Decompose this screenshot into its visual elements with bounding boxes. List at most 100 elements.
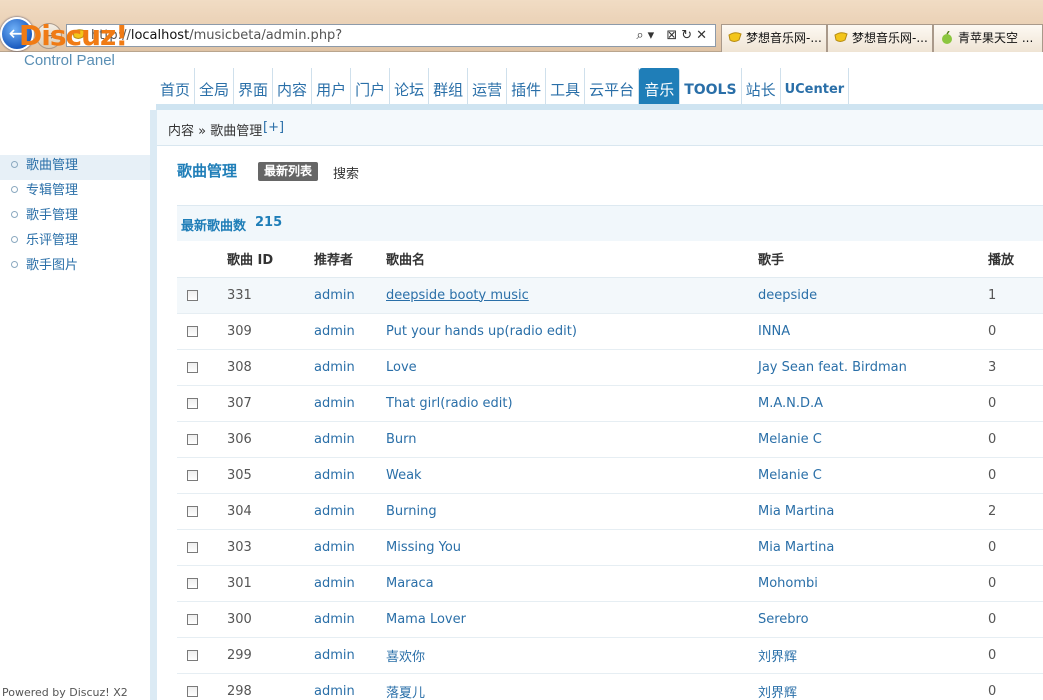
main-content: 歌曲管理 最新列表 搜索 最新歌曲数 215 歌曲 ID 推荐者 歌曲名 歌手 … [157,146,1043,700]
artist-link[interactable]: Mia Martina [758,504,834,519]
nav-webmaster[interactable]: 站长 [742,68,781,106]
artist-link[interactable]: deepside [758,288,817,303]
sidebar-item-artist-images[interactable]: 歌手图片 [0,255,150,280]
play-count: 0 [988,601,1043,638]
nav-global[interactable]: 全局 [195,68,235,106]
song-name-cell: Maraca [386,565,758,602]
song-id: 300 [225,601,314,638]
recommender-link[interactable]: admin [314,360,355,375]
artist-link[interactable]: Serebro [758,612,809,627]
table-row: 303 admin Missing You Mia Martina 0 [177,529,1043,566]
recommender-link[interactable]: admin [314,504,355,519]
nav-home[interactable]: 首页 [156,68,196,106]
nav-cloud[interactable]: 云平台 [585,68,640,106]
recommender-link[interactable]: admin [314,324,355,339]
top-navigation: 首页 全局 界面 内容 用户 门户 论坛 群组 运营 插件 工具 云平台 音乐 … [156,68,850,106]
song-name-link[interactable]: deepside booty music [386,288,529,303]
artist-link[interactable]: Mohombi [758,576,818,591]
nav-forum[interactable]: 论坛 [390,68,430,106]
sidebar-item-albums[interactable]: 专辑管理 [0,180,150,205]
row-checkbox[interactable] [187,433,198,445]
row-select-cell [177,457,225,494]
song-name-link[interactable]: That girl(radio edit) [386,396,513,411]
browser-tab-3[interactable]: 青苹果天空 ... [933,24,1043,52]
artist-link[interactable]: Melanie C [758,432,822,447]
row-checkbox[interactable] [187,397,198,409]
song-name-link[interactable]: Burning [386,504,437,519]
song-id: 331 [225,277,314,314]
tab-latest-list[interactable]: 最新列表 [258,162,319,181]
sidebar-item-artists[interactable]: 歌手管理 [0,205,150,230]
recommender-link[interactable]: admin [314,396,355,411]
nav-interface[interactable]: 界面 [234,68,274,106]
artist-link[interactable]: Jay Sean feat. Birdman [758,360,907,375]
row-checkbox[interactable] [187,649,198,661]
song-name-link[interactable]: Love [386,360,417,375]
recommender-link[interactable]: admin [314,540,355,555]
artist-link[interactable]: Mia Martina [758,540,834,555]
song-name-link[interactable]: Put your hands up(radio edit) [386,324,577,339]
bullet-icon [11,211,18,218]
row-checkbox[interactable] [187,613,198,625]
song-name-link[interactable]: Missing You [386,540,461,555]
artist-cell: Melanie C [758,457,988,494]
recommender-cell: admin [314,385,386,422]
tab-search[interactable]: 搜索 [333,163,359,182]
song-name-link[interactable]: 落夏儿 [386,686,425,700]
artist-link[interactable]: INNA [758,324,790,339]
artist-link[interactable]: 刘界辉 [758,686,797,700]
row-checkbox[interactable] [187,289,198,301]
recommender-link[interactable]: admin [314,684,355,699]
sidebar-item-songs[interactable]: 歌曲管理 [0,155,150,180]
nav-ucenter[interactable]: UCenter [781,68,850,106]
sidebar-item-label: 专辑管理 [26,183,79,198]
song-name-link[interactable]: Maraca [386,576,434,591]
row-checkbox[interactable] [187,361,198,373]
song-name-cell: Mama Lover [386,601,758,638]
nav-music[interactable]: 音乐 [639,68,681,106]
row-checkbox[interactable] [187,505,198,517]
nav-content[interactable]: 内容 [273,68,313,106]
recommender-link[interactable]: admin [314,612,355,627]
play-count: 0 [988,529,1043,566]
play-count: 0 [988,313,1043,350]
artist-link[interactable]: M.A.N.D.A [758,396,823,411]
sidebar-divider [150,110,157,700]
nav-plugins[interactable]: 插件 [507,68,547,106]
artist-link[interactable]: Melanie C [758,468,822,483]
song-name-cell: 喜欢你 [386,637,758,674]
nav-tools[interactable]: 工具 [546,68,586,106]
recommender-link[interactable]: admin [314,432,355,447]
recommender-link[interactable]: admin [314,468,355,483]
row-checkbox[interactable] [187,469,198,481]
song-name-link[interactable]: Weak [386,468,422,483]
recommender-link[interactable]: admin [314,288,355,303]
recommender-link[interactable]: admin [314,576,355,591]
row-checkbox[interactable] [187,577,198,589]
table-row: 304 admin Burning Mia Martina 2 [177,493,1043,530]
row-checkbox[interactable] [187,541,198,553]
song-name-link[interactable]: Mama Lover [386,612,466,627]
artist-link[interactable]: 刘界辉 [758,650,797,665]
breadcrumb-add-button[interactable]: [+] [263,120,284,135]
browser-tab-1[interactable]: 梦想音乐网-... [721,24,827,52]
row-checkbox[interactable] [187,325,198,337]
song-id: 306 [225,421,314,458]
browser-tab-2[interactable]: 梦想音乐网-... [827,24,933,52]
row-checkbox[interactable] [187,685,198,697]
nav-portal[interactable]: 门户 [351,68,391,106]
nav-tools-en[interactable]: TOOLS [680,68,742,106]
sidebar: 歌曲管理 专辑管理 歌手管理 乐评管理 歌手图片 Powered by Disc… [0,110,157,700]
song-name-link[interactable]: 喜欢你 [386,650,425,665]
sidebar-item-reviews[interactable]: 乐评管理 [0,230,150,255]
address-tools-icon[interactable]: ⌕▾ ⊠↻✕ [636,25,711,46]
song-id: 304 [225,493,314,530]
play-count: 0 [988,421,1043,458]
song-name-link[interactable]: Burn [386,432,417,447]
logo[interactable]: Discuz! [19,19,128,52]
nav-groups[interactable]: 群组 [429,68,469,106]
address-bar[interactable]: http://localhost/musicbeta/admin.php? ⌕▾… [66,24,716,47]
nav-users[interactable]: 用户 [312,68,352,106]
recommender-link[interactable]: admin [314,648,355,663]
nav-operations[interactable]: 运营 [468,68,508,106]
